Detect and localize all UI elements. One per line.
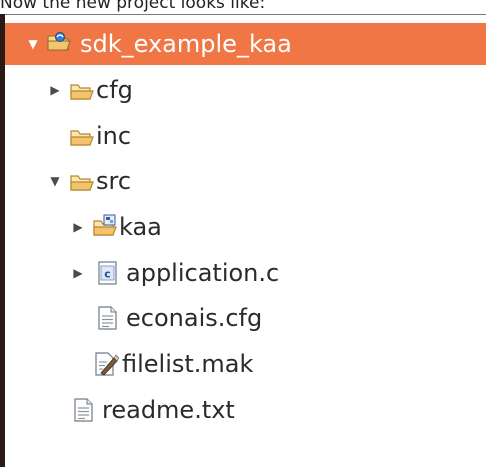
expand-toggle-inc	[48, 129, 62, 143]
expand-toggle-cfg[interactable]: ▶	[48, 83, 62, 97]
folder-icon	[70, 175, 94, 191]
expand-toggle-application-c[interactable]: ▶	[71, 266, 85, 280]
expand-toggle-readme-txt	[48, 403, 62, 417]
tree-item-inc[interactable]: inc	[5, 115, 486, 157]
caption-text: Now the new project looks like:	[0, 0, 266, 13]
top-border	[0, 14, 486, 15]
project-folder-icon	[47, 32, 71, 51]
expand-toggle-econais-cfg	[71, 311, 85, 325]
expand-toggle-src[interactable]: ▼	[48, 174, 62, 188]
expand-toggle-kaa[interactable]: ▶	[71, 220, 85, 234]
expand-toggle-sdk-example-kaa[interactable]: ▼	[26, 37, 40, 51]
tree-item-cfg[interactable]: ▶ cfg	[5, 69, 486, 111]
tree-item-src[interactable]: ▼ src	[5, 160, 486, 202]
package-folder-icon	[93, 214, 117, 236]
tree-item-readme-txt[interactable]: readme.txt	[5, 389, 486, 431]
expand-toggle-filelist-mak	[71, 357, 85, 371]
tree-item-kaa[interactable]: ▶ kaa	[5, 206, 486, 248]
tree-item-econais-cfg[interactable]: econais.cfg	[5, 297, 486, 339]
tree-item-sdk-example-kaa[interactable]: ▼ sdk_example_kaa	[5, 23, 486, 65]
folder-icon	[70, 84, 94, 100]
folder-icon	[70, 130, 94, 146]
tree-item-label: readme.txt	[102, 396, 235, 424]
tree-item-label: sdk_example_kaa	[80, 30, 292, 58]
tree-item-label: src	[96, 167, 132, 195]
tree-item-label: filelist.mak	[122, 350, 254, 378]
text-file-icon	[98, 306, 117, 330]
project-explorer-tree: ▼ sdk_example_kaa ▶ cfg inc ▼ src ▶ kaa …	[0, 14, 486, 467]
text-file-icon	[74, 398, 93, 422]
tree-item-label: econais.cfg	[126, 304, 263, 332]
tree-item-label: inc	[96, 122, 132, 150]
tree-item-filelist-mak[interactable]: filelist.mak	[5, 343, 486, 385]
tree-item-label: kaa	[119, 213, 162, 241]
tree-item-label: cfg	[96, 76, 133, 104]
makefile-icon	[95, 352, 119, 376]
tree-item-application-c[interactable]: ▶ c application.c	[5, 252, 486, 294]
c-file-icon: c	[98, 261, 117, 285]
tree-item-label: application.c	[126, 259, 280, 287]
svg-text:c: c	[104, 268, 111, 281]
